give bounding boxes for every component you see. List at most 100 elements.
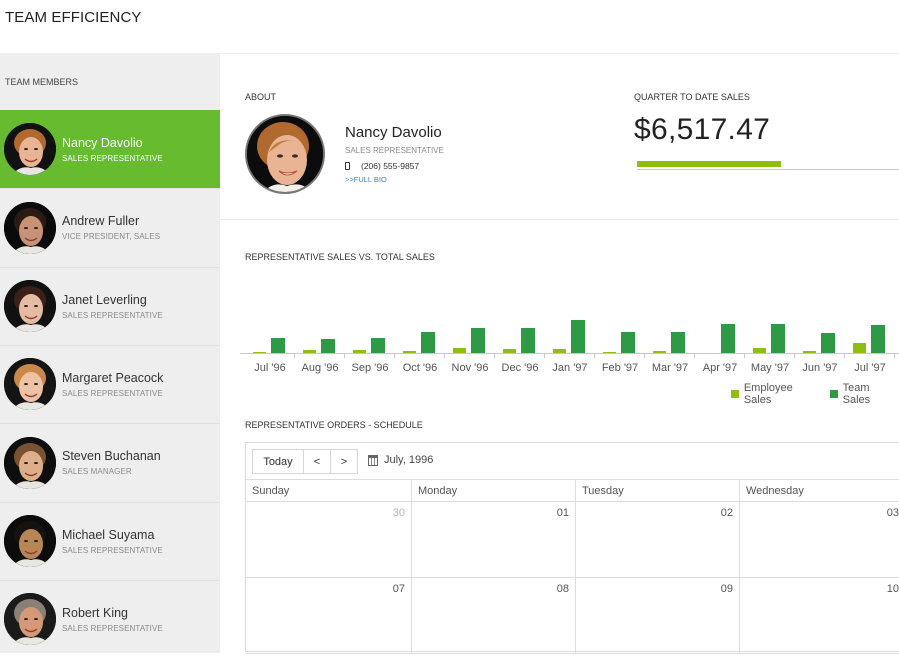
about-name: Nancy Davolio: [345, 124, 442, 141]
day-number: 30: [392, 507, 405, 519]
quarter-sales-value: $6,517.47: [634, 113, 771, 146]
team-sales-bar[interactable]: [321, 339, 335, 353]
x-tick-label: Nov '96: [452, 362, 489, 374]
x-tick-label: Mar '97: [652, 362, 688, 374]
x-tick-label: Jul '96: [254, 362, 285, 374]
team-sales-bar[interactable]: [421, 332, 435, 353]
member-name: Robert King: [62, 605, 129, 620]
date-range-label: July, 1996: [384, 454, 434, 466]
quarter-sales-progress-fill: [637, 161, 782, 167]
about-phone: (206) 555-9857: [345, 161, 419, 171]
next-button[interactable]: >: [331, 450, 357, 473]
date-range-selector[interactable]: July, 1996: [368, 454, 433, 466]
day-number: 08: [556, 583, 569, 595]
employee-sales-bar[interactable]: [253, 352, 266, 353]
team-member-item[interactable]: Michael Suyama SALES REPRESENTATIVE: [0, 501, 220, 580]
portrait-image: [4, 436, 56, 489]
calendar-day-cell[interactable]: 08: [412, 578, 576, 654]
calendar-day-cell[interactable]: 02: [576, 502, 740, 578]
employee-sales-bar[interactable]: [853, 343, 866, 353]
x-tick-label: Aug '96: [302, 362, 339, 374]
member-avatar: [4, 280, 56, 333]
team-member-item[interactable]: Nancy Davolio SALES REPRESENTATIVE: [0, 110, 220, 188]
today-button[interactable]: Today: [253, 450, 304, 473]
day-header: Wednesday: [740, 480, 899, 502]
portrait-image: [4, 280, 56, 333]
calendar-day-cell[interactable]: 09: [576, 578, 740, 654]
x-tick-label: Jan '97: [552, 362, 587, 374]
member-avatar: [4, 593, 56, 646]
about-label: ABOUT: [245, 92, 277, 102]
orders-scheduler: Today < > July, 1996 Sunday Monday Tuesday…: [245, 442, 899, 654]
team-sales-bar[interactable]: [721, 324, 735, 353]
previous-button[interactable]: <: [304, 450, 331, 473]
legend-item[interactable]: Team Sales: [829, 382, 899, 406]
calendar-day-cell[interactable]: 07: [246, 578, 412, 654]
member-avatar: [4, 358, 56, 411]
team-sales-bar[interactable]: [271, 338, 285, 353]
member-name: Margaret Peacock: [62, 370, 164, 385]
member-info: Janet Leverling SALES REPRESENTATIVE: [62, 293, 163, 320]
employee-sales-bar[interactable]: [803, 351, 816, 353]
legend-item[interactable]: Employee Sales: [731, 382, 822, 406]
member-role: SALES REPRESENTATIVE: [62, 623, 163, 633]
team-sales-bar[interactable]: [771, 324, 785, 353]
chevron-left-icon: <: [313, 455, 321, 468]
member-role: SALES REPRESENTATIVE: [62, 545, 163, 555]
x-tick-label: Sep '96: [352, 362, 389, 374]
member-avatar: [4, 123, 56, 175]
member-info: Nancy Davolio SALES REPRESENTATIVE: [62, 136, 163, 163]
x-tick-label: Oct '96: [403, 362, 438, 374]
employee-sales-bar[interactable]: [753, 348, 766, 353]
x-tick-label: May '97: [751, 362, 789, 374]
team-sales-bar[interactable]: [621, 332, 635, 353]
employee-sales-bar[interactable]: [603, 352, 616, 353]
calendar-icon: [368, 454, 378, 466]
team-member-item[interactable]: Janet Leverling SALES REPRESENTATIVE: [0, 266, 220, 345]
chart-title: REPRESENTATIVE SALES VS. TOTAL SALES: [245, 252, 435, 262]
employee-sales-bar[interactable]: [453, 348, 466, 353]
chevron-right-icon: >: [340, 455, 348, 468]
calendar-day-cell[interactable]: 10: [740, 578, 899, 654]
member-role: SALES REPRESENTATIVE: [62, 310, 163, 320]
team-member-item[interactable]: Robert King SALES REPRESENTATIVE: [0, 579, 220, 658]
team-member-item[interactable]: Andrew Fuller VICE PRESIDENT, SALES: [0, 188, 220, 266]
team-sales-bar[interactable]: [371, 338, 385, 353]
calendar-day-cell[interactable]: 01: [412, 502, 576, 578]
member-avatar: [4, 515, 56, 567]
team-member-item[interactable]: Margaret Peacock SALES REPRESENTATIVE: [0, 344, 220, 423]
employee-sales-bar[interactable]: [653, 351, 666, 353]
portrait-image: [4, 593, 56, 646]
team-sales-bar[interactable]: [571, 320, 585, 353]
scheduler-toolbar: Today < > July, 1996: [246, 443, 899, 480]
member-name: Steven Buchanan: [62, 449, 161, 464]
day-number: 02: [720, 507, 733, 519]
employee-sales-bar[interactable]: [303, 350, 316, 353]
about-role: SALES REPRESENTATIVE: [345, 146, 444, 155]
member-info: Steven Buchanan SALES MANAGER: [62, 449, 161, 476]
mobile-phone-icon: [345, 162, 350, 170]
legend-swatch: [829, 390, 838, 398]
calendar-day-cell[interactable]: 03: [740, 502, 899, 578]
team-sales-bar[interactable]: [521, 328, 535, 353]
employee-sales-bar[interactable]: [353, 350, 366, 353]
calendar-day-cell[interactable]: 30: [246, 502, 412, 578]
day-header: Monday: [412, 480, 576, 502]
employee-sales-bar[interactable]: [403, 351, 416, 353]
employee-sales-bar[interactable]: [553, 349, 566, 353]
day-number: 10: [886, 583, 899, 595]
full-bio-link[interactable]: >>FULL BIO: [345, 175, 387, 184]
team-sales-bar[interactable]: [871, 325, 885, 353]
team-sales-bar[interactable]: [671, 332, 685, 353]
member-name: Andrew Fuller: [62, 214, 140, 229]
schedule-label: REPRESENTATIVE ORDERS - SCHEDULE: [245, 420, 423, 430]
portrait-image: [4, 123, 56, 175]
legend-label: Team Sales: [842, 382, 871, 406]
team-sales-bar[interactable]: [821, 333, 835, 353]
quarter-sales-label: QUARTER TO DATE SALES: [634, 92, 750, 102]
employee-sales-bar[interactable]: [503, 349, 516, 353]
team-sales-bar[interactable]: [471, 328, 485, 353]
team-member-item[interactable]: Steven Buchanan SALES MANAGER: [0, 423, 220, 501]
member-role: SALES REPRESENTATIVE: [62, 153, 163, 163]
portrait-image: [4, 515, 56, 567]
